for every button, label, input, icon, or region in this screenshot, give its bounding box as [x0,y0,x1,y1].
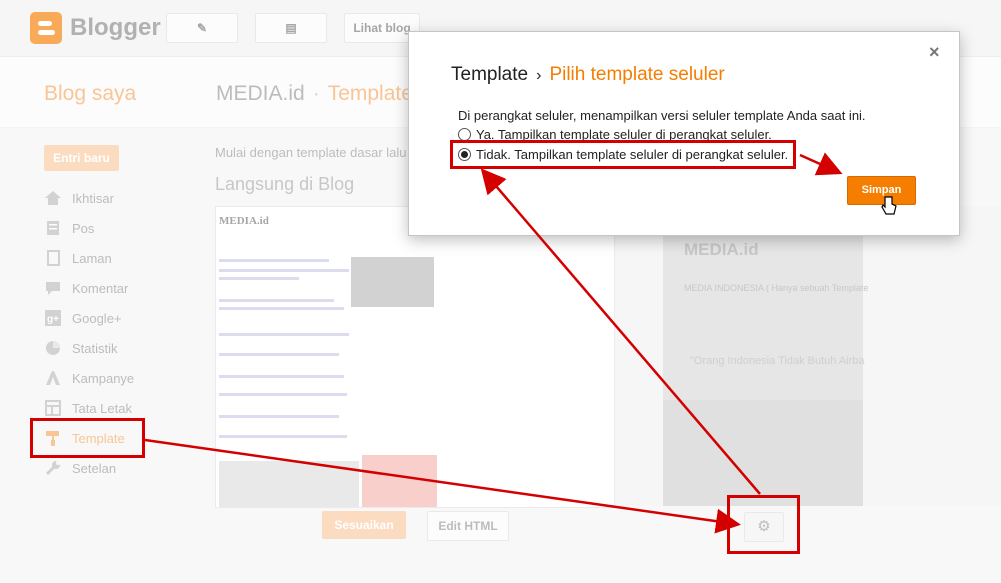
annotation-arrows [144,152,843,534]
arrow-template-to-gear [144,438,741,534]
arrow-option-to-save [799,152,843,176]
arrow-gear-to-option [480,168,761,495]
